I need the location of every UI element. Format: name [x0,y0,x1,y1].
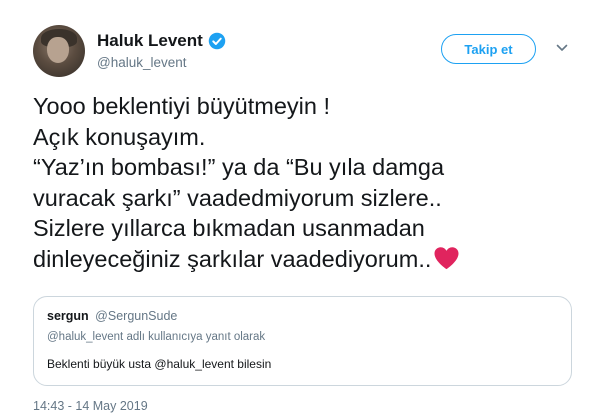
tweet-line-last: dinleyeceğiniz şarkılar vaadediyorum.. [33,244,573,275]
tweet-line: dinleyeceğiniz şarkılar vaadediyorum.. [33,245,432,272]
avatar[interactable] [33,25,85,77]
tweet-line: Yooo beklentiyi büyütmeyin ! [33,93,330,119]
author-display-name[interactable]: Haluk Levent [97,31,203,51]
follow-button[interactable]: Takip et [441,34,536,64]
tweet-line: Sizlere yıllarca bıkmadan usanmadan [33,215,425,241]
heart-icon [434,246,459,269]
tweet-line: Açık konuşayım. [33,123,206,150]
verified-badge-icon [208,32,226,50]
chevron-down-icon[interactable] [556,43,568,53]
tweet-timestamp[interactable]: 14:43 - 14 May 2019 [33,399,148,413]
quoted-author-name: sergun [47,309,89,323]
author-handle[interactable]: @haluk_levent [97,55,187,70]
tweet-text: Yooo beklentiyi büyütmeyin ! Açık konuşa… [33,91,573,274]
tweet-line: vuracak şarkı” vaadedmiyorum sizlere.. [33,184,442,211]
quoted-author: sergun @SergunSude [47,309,177,323]
quoted-reply-context: @haluk_levent adlı kullanıcıya yanıt ola… [47,331,266,343]
author-name-row[interactable]: Haluk Levent [97,31,226,51]
tweet-line: “Yaz’ın bombası!” ya da “Bu yıla damga [33,154,445,180]
quoted-tweet-text: Beklenti büyük usta @haluk_levent bilesi… [47,357,272,371]
quoted-tweet[interactable]: sergun @SergunSude @haluk_levent adlı ku… [33,296,572,386]
quoted-author-handle: @SergunSude [95,309,178,323]
